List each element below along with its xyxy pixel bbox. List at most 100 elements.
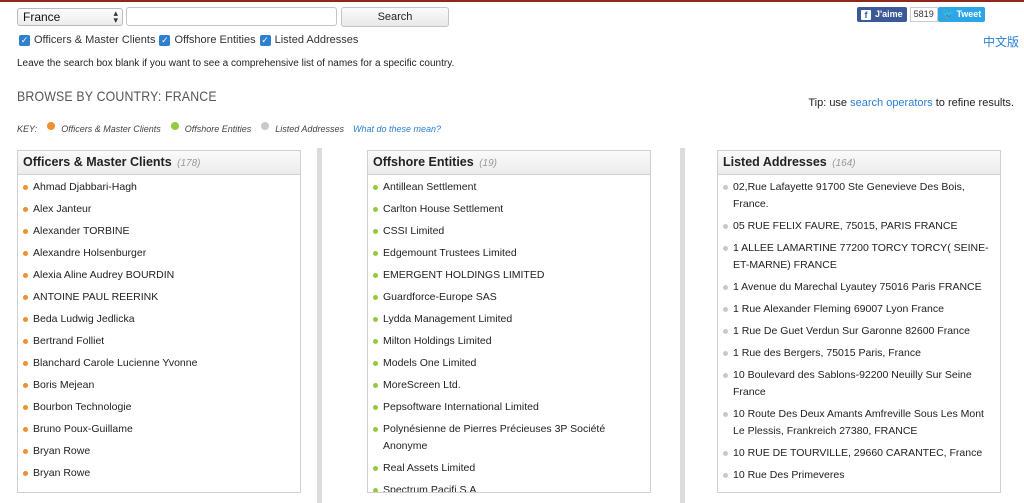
twitter-bird-icon: 🐦 [942,9,955,20]
list-item[interactable]: Beda Ludwig Jedlicka [23,311,292,328]
list-item[interactable]: Guardforce-Europe SAS [373,289,642,306]
list-item[interactable]: 1 Rue Alexander Fleming 69007 Lyon Franc… [723,301,992,318]
list-item-label[interactable]: MoreScreen Ltd. [383,379,461,391]
list-item-label[interactable]: Bryan Rowe [33,445,90,457]
facebook-like[interactable]: f J'aime 5819 [857,7,938,22]
list-item[interactable]: 10 Boulevard des Sablons-92200 Neuilly S… [723,367,992,401]
list-item[interactable]: Pepsoftware International Limited [373,399,642,416]
facebook-like-label: J'aime [875,9,903,19]
list-item-label[interactable]: Antillean Settlement [383,181,476,193]
list-item-label[interactable]: Alexia Aline Audrey BOURDIN [33,269,174,281]
list-item[interactable]: Bruno Poux-Guillame [23,421,292,438]
list-item-label[interactable]: Ahmad Djabbari-Hagh [33,181,137,193]
list-item[interactable]: Alexander TORBINE [23,223,292,240]
list-item[interactable]: Bryan Rowe [23,443,292,460]
list-item[interactable]: CSSI Limited [373,223,642,240]
checkbox-checked-icon[interactable]: ✓ [259,34,271,46]
list-item[interactable]: 1 Rue des Bergers, 75015 Paris, France [723,345,992,362]
list-item-label[interactable]: Pepsoftware International Limited [383,401,539,413]
list-item[interactable]: Spectrum Pacifi S.A. [373,482,642,492]
list-item[interactable]: 1 Avenue du Marechal Lyautey 75016 Paris… [723,279,992,296]
list-item-label[interactable]: Edgemount Trustees Limited [383,247,517,259]
list-item[interactable]: Boris Mejean [23,377,292,394]
search-input[interactable] [126,7,337,26]
list-item[interactable]: Bourbon Technologie [23,399,292,416]
list-item-label[interactable]: Boris Mejean [33,379,94,391]
list-item-label[interactable]: Bryan Rowe [33,467,90,479]
search-button[interactable]: Search [341,7,449,27]
list-item[interactable]: MoreScreen Ltd. [373,377,642,394]
list-item[interactable]: Bertrand Folliet [23,333,292,350]
list-item-label[interactable]: 10 Rue Des Primeveres [733,469,844,481]
list-item[interactable]: Lydda Management Limited [373,311,642,328]
filter-officers[interactable]: ✓ Officers & Master Clients [19,34,155,46]
list-item-label[interactable]: Guardforce-Europe SAS [383,291,497,303]
list-item-label[interactable]: Bourbon Technologie [33,401,131,413]
list-item[interactable]: Carlton House Settlement [373,201,642,218]
bullet-dot-icon [723,224,728,229]
chinese-version-link[interactable]: 中文版 [983,33,1019,50]
list-item[interactable]: 10 RUE DE TOURVILLE, 29660 CARANTEC, Fra… [723,445,992,462]
list-item[interactable]: 05 RUE FELIX FAURE, 75015, PARIS FRANCE [723,218,992,235]
list-item-label[interactable]: 1 Rue des Bergers, 75015 Paris, France [733,347,921,359]
list-item[interactable]: 1 ALLEE LAMARTINE 77200 TORCY TORCY( SEI… [723,240,992,274]
list-item[interactable]: Edgemount Trustees Limited [373,245,642,262]
list-item[interactable]: 1 Rue De Guet Verdun Sur Garonne 82600 F… [723,323,992,340]
list-item[interactable]: Alex Janteur [23,201,292,218]
list-item-label[interactable]: Milton Holdings Limited [383,335,492,347]
list-item[interactable]: ANTOINE PAUL REERINK [23,289,292,306]
list-item[interactable]: Polynésienne de Pierres Précieuses 3P So… [373,421,642,455]
list-item-label[interactable]: 10 Boulevard des Sablons-92200 Neuilly S… [733,369,972,398]
list-item[interactable]: Alexandre Holsenburger [23,245,292,262]
search-operators-link[interactable]: search operators [850,97,933,109]
list-item-label[interactable]: Bruno Poux-Guillame [33,423,133,435]
list-item[interactable]: 10 Rue Des Primeveres [723,467,992,484]
list-item-label[interactable]: 05 RUE FELIX FAURE, 75015, PARIS FRANCE [733,220,957,232]
facebook-like-button[interactable]: f J'aime [857,7,907,22]
list-item[interactable]: Blanchard Carole Lucienne Yvonne [23,355,292,372]
bullet-dot-icon [23,185,28,190]
list-item-label[interactable]: Bertrand Folliet [33,335,104,347]
list-item-label[interactable]: 1 Rue De Guet Verdun Sur Garonne 82600 F… [733,325,970,337]
list-item-label[interactable]: CSSI Limited [383,225,444,237]
list-item-label[interactable]: 10 RUE DE TOURVILLE, 29660 CARANTEC, Fra… [733,447,982,459]
list-item[interactable]: 02,Rue Lafayette 91700 Ste Genevieve Des… [723,179,992,213]
list-item[interactable]: EMERGENT HOLDINGS LIMITED [373,267,642,284]
list-item-label[interactable]: Beda Ludwig Jedlicka [33,313,135,325]
list-item[interactable]: Real Assets Limited [373,460,642,477]
list-item[interactable]: Alexia Aline Audrey BOURDIN [23,267,292,284]
checkbox-checked-icon[interactable]: ✓ [159,34,171,46]
filter-entities[interactable]: ✓ Offshore Entities [159,34,256,46]
bullet-dot-icon [23,273,28,278]
list-item-label[interactable]: Polynésienne de Pierres Précieuses 3P So… [383,423,605,452]
list-item-label[interactable]: 1 ALLEE LAMARTINE 77200 TORCY TORCY( SEI… [733,242,989,271]
list-item-label[interactable]: Spectrum Pacifi S.A. [383,484,479,492]
list-item-label[interactable]: ANTOINE PAUL REERINK [33,291,158,303]
list-item[interactable]: Milton Holdings Limited [373,333,642,350]
what-do-these-mean-link[interactable]: What do these mean? [353,124,441,134]
tweet-button[interactable]: 🐦 Tweet [938,7,986,22]
list-item[interactable]: Ahmad Djabbari-Hagh [23,179,292,196]
list-item-label[interactable]: Models One Limited [383,357,476,369]
list-item-label[interactable]: Alex Janteur [33,203,91,215]
list-item-label[interactable]: 02,Rue Lafayette 91700 Ste Genevieve Des… [733,181,965,210]
list-item-label[interactable]: EMERGENT HOLDINGS LIMITED [383,269,544,281]
list-item[interactable]: Models One Limited [373,355,642,372]
list-item-label[interactable]: Alexander TORBINE [33,225,130,237]
country-select[interactable]: France ▴ ▾ [17,8,123,26]
list-item[interactable]: 10 Route Des Deux Amants Amfreville Sous… [723,406,992,440]
list-item-label[interactable]: 10 Route Des Deux Amants Amfreville Sous… [733,408,984,437]
tip-prefix: Tip: use [808,97,848,109]
checkbox-checked-icon[interactable]: ✓ [19,34,30,46]
list-item-label[interactable]: Real Assets Limited [383,462,475,474]
bullet-dot-icon [23,405,28,410]
list-item-label[interactable]: Lydda Management Limited [383,313,512,325]
filter-addresses[interactable]: ✓ Listed Addresses [259,34,358,46]
list-item-label[interactable]: Carlton House Settlement [383,203,503,215]
list-item-label[interactable]: Blanchard Carole Lucienne Yvonne [33,357,197,369]
list-item-label[interactable]: 1 Rue Alexander Fleming 69007 Lyon Franc… [733,303,944,315]
list-item-label[interactable]: 1 Avenue du Marechal Lyautey 75016 Paris… [733,281,982,293]
list-item[interactable]: Antillean Settlement [373,179,642,196]
list-item[interactable]: Bryan Rowe [23,465,292,482]
list-item-label[interactable]: Alexandre Holsenburger [33,247,146,259]
